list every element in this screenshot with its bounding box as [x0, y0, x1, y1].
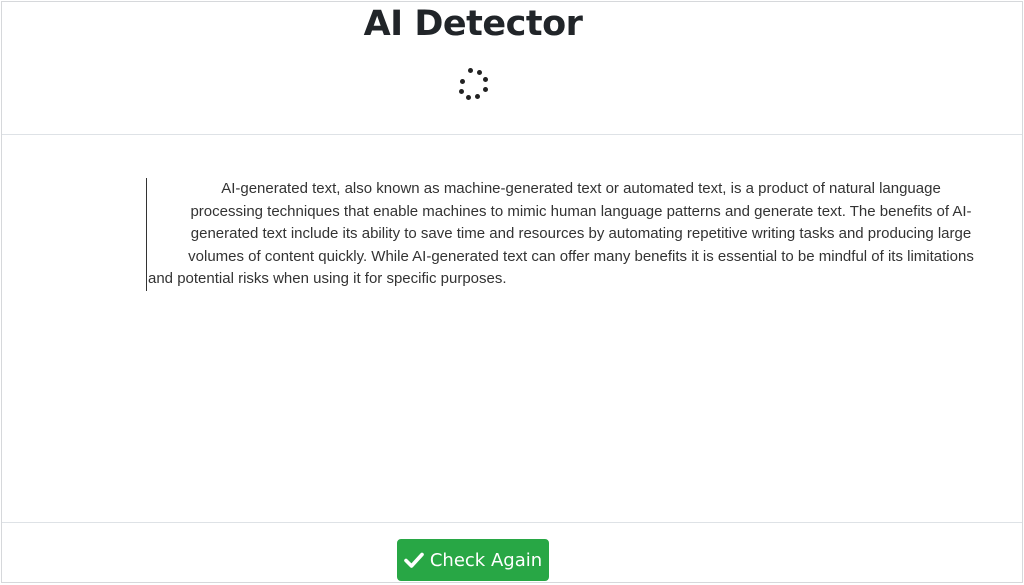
app-window: AI Detector AI-generated text, also know… — [1, 1, 1023, 583]
check-again-button[interactable]: Check Again — [397, 539, 549, 581]
analyzed-text[interactable]: AI-generated text, also known as machine… — [146, 178, 1014, 291]
page-title: AI Detector — [363, 4, 583, 44]
text-line: AI-generated text, also known as machine… — [221, 180, 941, 197]
check-again-label: Check Again — [429, 549, 543, 571]
text-line: processing techniques that enable machin… — [190, 202, 972, 220]
text-line: and potential risks when using it for sp… — [148, 270, 507, 287]
text-line: generated text include its ability to sa… — [190, 225, 972, 242]
text-line: volumes of content quickly. While AI-gen… — [188, 247, 974, 265]
check-icon — [404, 552, 424, 568]
header: AI Detector — [2, 2, 1022, 135]
loading-spinner-icon — [455, 68, 491, 104]
text-content-area: AI-generated text, also known as machine… — [2, 136, 1022, 522]
footer: Check Again — [2, 522, 1022, 584]
